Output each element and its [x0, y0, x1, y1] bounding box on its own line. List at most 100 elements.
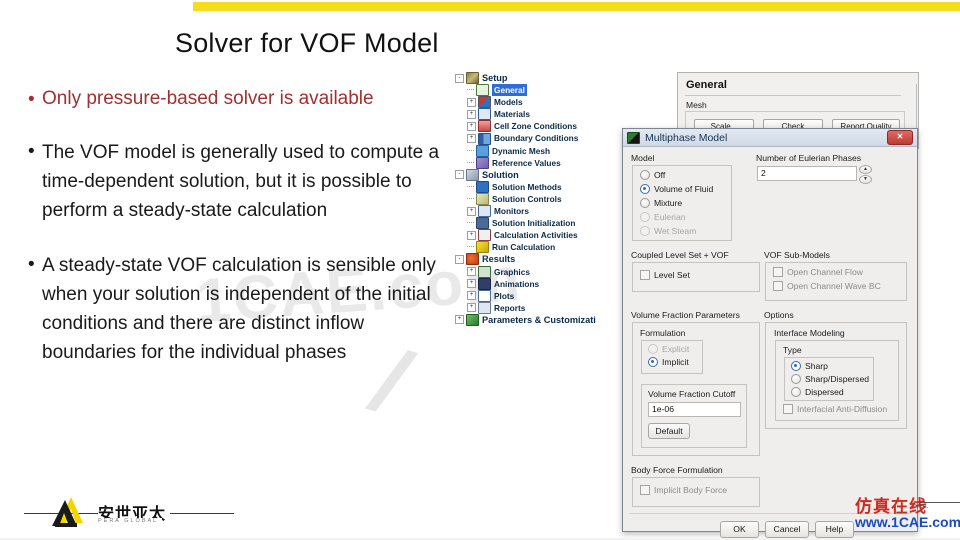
default-button[interactable]: Default [648, 423, 690, 439]
tree-item-solution-controls[interactable]: Solution Controls [455, 192, 630, 205]
checkbox-indicator [773, 281, 783, 291]
radio-indicator [640, 212, 650, 222]
tree-item-label: Parameters & Customizati [482, 314, 596, 325]
radio-indicator [791, 387, 801, 397]
radio-formulation-implicit[interactable]: Implicit [648, 357, 689, 367]
checkbox-implicit-body-force[interactable]: Implicit Body Force [640, 485, 727, 495]
tree-connector-icon [467, 246, 474, 248]
radio-label: Eulerian [654, 212, 686, 222]
radio-label: Dispersed [805, 387, 844, 397]
stepper-up-icon[interactable]: ▲ [859, 165, 872, 174]
cancel-button[interactable]: Cancel [765, 521, 809, 538]
radio-type-sharp[interactable]: Sharp [791, 361, 828, 371]
radio-model-wet-steam: Wet Steam [640, 226, 696, 236]
logo-svg [52, 497, 83, 527]
expand-icon[interactable]: + [467, 291, 476, 301]
checkbox-interfacial-anti-diffusion[interactable]: Interfacial Anti-Diffusion [783, 404, 887, 414]
expand-icon[interactable]: + [467, 206, 476, 216]
materials-icon [478, 108, 491, 121]
collapse-icon[interactable]: - [455, 254, 464, 264]
checkbox-indicator [640, 485, 650, 495]
bullet-dot-icon: • [28, 141, 35, 162]
tree-item-calculation-activities[interactable]: + Calculation Activities [455, 229, 630, 242]
expand-icon[interactable]: + [467, 109, 476, 119]
tree-item-parameters-customizati[interactable]: + Parameters & Customizati [455, 313, 630, 326]
tree-connector-icon [467, 197, 474, 200]
tree-item-reports[interactable]: + Reports [455, 301, 630, 314]
tree-item-solution[interactable]: - Solution [455, 168, 630, 181]
page-title: Solver for VOF Model [175, 28, 439, 58]
tree-item-graphics[interactable]: + Graphics [455, 265, 630, 278]
volume-fraction-cutoff-input[interactable]: 1e-06 [648, 402, 741, 417]
tree-item-reference-values[interactable]: Reference Values [455, 156, 630, 169]
tree-item-results[interactable]: - Results [455, 253, 630, 266]
tree-item-label: Cell Zone Conditions [494, 121, 577, 132]
tree-item-label: Solution [482, 169, 519, 180]
tree-item-animations[interactable]: + Animations [455, 277, 630, 290]
tree-item-solution-methods[interactable]: Solution Methods [455, 180, 630, 193]
tree-item-setup[interactable]: - Setup [455, 72, 630, 85]
checkbox-open-channel-wave-bc[interactable]: Open Channel Wave BC [773, 281, 881, 291]
radio-indicator [640, 170, 650, 180]
radio-indicator [640, 226, 650, 236]
expand-icon[interactable]: + [467, 230, 476, 240]
list-item: • A steady-state VOF calculation is sens… [28, 251, 458, 367]
collapse-icon[interactable]: - [455, 170, 464, 180]
expand-icon[interactable]: + [467, 97, 476, 107]
parameters-icon [466, 313, 479, 326]
bullet-text: The VOF model is generally used to compu… [42, 142, 440, 221]
close-icon[interactable]: ✕ [887, 130, 913, 145]
solution-icon [466, 168, 479, 181]
expand-icon[interactable]: + [467, 303, 476, 313]
tree-item-boundary-conditions[interactable]: + Boundary Conditions [455, 132, 630, 145]
radio-model-volume-of-fluid[interactable]: Volume of Fluid [640, 184, 713, 194]
radio-label: Implicit [662, 357, 689, 367]
tree-item-materials[interactable]: + Materials [455, 108, 630, 121]
help-button[interactable]: Help [815, 521, 854, 538]
tree-item-solution-initialization[interactable]: Solution Initialization [455, 217, 630, 230]
run-calc-icon [476, 241, 489, 254]
sol-methods-icon [476, 180, 489, 193]
ok-button[interactable]: OK [720, 521, 759, 538]
tree-item-label: Run Calculation [492, 242, 556, 253]
radio-label: Explicit [662, 344, 690, 354]
tree-item-cell-zone-conditions[interactable]: + Cell Zone Conditions [455, 120, 630, 133]
eulerian-phases-input[interactable]: 2 [757, 166, 857, 181]
radio-model-mixture[interactable]: Mixture [640, 198, 682, 208]
tree-item-general[interactable]: General [455, 84, 630, 97]
tree-item-label: Boundary Conditions [494, 133, 579, 144]
checkbox-level-set[interactable]: Level Set [640, 270, 690, 280]
checkbox-open-channel-flow[interactable]: Open Channel Flow [773, 267, 863, 277]
expand-icon[interactable]: + [455, 315, 464, 325]
dialog-title: Multiphase Model [645, 131, 728, 144]
radio-type-dispersed[interactable]: Dispersed [791, 387, 844, 397]
tree-item-dynamic-mesh[interactable]: Dynamic Mesh [455, 144, 630, 157]
volume-fraction-cutoff-label: Volume Fraction Cutoff [648, 389, 736, 399]
coupled-level-set-label: Coupled Level Set + VOF [631, 250, 729, 260]
stepper-down-icon[interactable]: ▼ [859, 175, 872, 184]
tree-item-monitors[interactable]: + Monitors [455, 205, 630, 218]
eulerian-phases-stepper[interactable]: ▲ ▼ [859, 165, 872, 184]
radio-label: Wet Steam [654, 226, 697, 236]
radio-model-off[interactable]: Off [640, 170, 665, 180]
sol-controls-icon [476, 192, 489, 205]
tree-item-run-calculation[interactable]: Run Calculation [455, 241, 630, 254]
expand-icon[interactable]: + [467, 134, 476, 144]
expand-icon[interactable]: + [467, 279, 476, 289]
reports-icon [478, 301, 491, 314]
collapse-icon[interactable]: - [455, 73, 464, 83]
radio-formulation-explicit[interactable]: Explicit [648, 344, 689, 354]
radio-label: Sharp [805, 361, 828, 371]
dialog-titlebar[interactable]: Multiphase Model ✕ [623, 129, 917, 147]
radio-type-sharp-dispersed[interactable]: Sharp/Dispersed [791, 374, 869, 384]
tree-item-plots[interactable]: + Plots [455, 289, 630, 302]
expand-icon[interactable]: + [467, 267, 476, 277]
tree-item-models[interactable]: + Models [455, 96, 630, 109]
checkbox-indicator [783, 404, 793, 414]
list-item: • The VOF model is generally used to com… [28, 138, 458, 225]
sol-init-icon [476, 217, 489, 230]
radio-model-eulerian[interactable]: Eulerian [640, 212, 686, 222]
expand-icon[interactable]: + [467, 121, 476, 131]
radio-label: Mixture [654, 198, 683, 208]
list-item: • Only pressure-based solver is availabl… [28, 86, 458, 112]
